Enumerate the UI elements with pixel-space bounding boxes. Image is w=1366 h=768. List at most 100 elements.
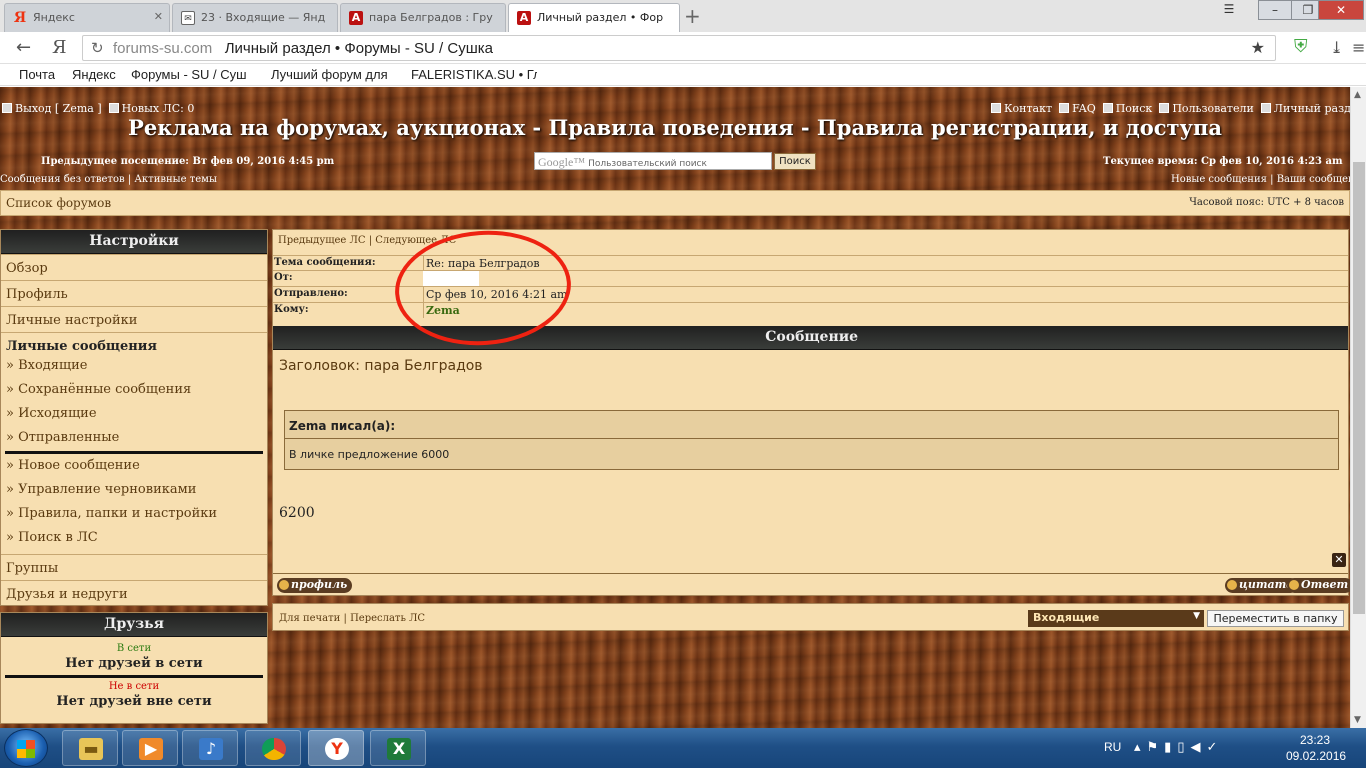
contact-link[interactable]: Контакт (1004, 102, 1052, 115)
offline-label: Не в сети (108, 681, 160, 692)
your-posts-link[interactable]: Ваши сообщения (1277, 174, 1350, 185)
pm-action-links: Для печати | Переслать ЛС (279, 613, 426, 624)
bookmarks-bar: Почта Яндекс Форумы - SU / Суш Лучший фо… (0, 64, 1366, 86)
sidebar-item-outbox[interactable]: » Исходящие (6, 406, 97, 421)
bookmark-item[interactable]: Форумы - SU / Суш (131, 67, 257, 82)
address-bar-row: ← Я ↻ forums-su.com Личный раздел • Фору… (0, 32, 1366, 64)
media-player-icon: ▶ (139, 738, 163, 760)
sidebar-pm-title[interactable]: Личные сообщения (6, 339, 157, 354)
sidebar-item-overview[interactable]: Обзор (1, 254, 267, 280)
search-button[interactable]: Поиск (774, 153, 816, 170)
bookmark-item[interactable]: FALERISTIKA.SU • Гл (411, 67, 537, 82)
tab-personal[interactable]: A Личный раздел • Фор (508, 3, 680, 33)
sidebar-item-inbox[interactable]: » Входящие (6, 358, 87, 373)
online-friends: Нет друзей в сети (65, 656, 203, 671)
scroll-up-icon[interactable]: ▲ (1354, 90, 1361, 100)
new-pm-link[interactable]: Новых ЛС: 0 (122, 102, 195, 115)
page-scrollbar[interactable]: ▲ ▼ (1350, 87, 1366, 728)
sidebar-item-friends[interactable]: Друзья и недруги (1, 580, 267, 606)
forward-link[interactable]: Переслать ЛС (350, 613, 425, 624)
forum-banner[interactable]: Реклама на форумах, аукционах - Правила … (0, 115, 1350, 140)
unanswered-link[interactable]: Сообщения без ответов (0, 174, 125, 185)
prev-pm-link[interactable]: Предыдущее ЛС (278, 235, 366, 246)
url-input[interactable]: ↻ forums-su.com Личный раздел • Форумы -… (82, 35, 1276, 61)
sidebar-item-sent[interactable]: » Отправленные (6, 430, 119, 445)
reply-button[interactable]: Ответ (1287, 578, 1350, 593)
protect-shield-icon[interactable]: ⛨ (1294, 36, 1314, 58)
contact-icon (991, 103, 1001, 113)
close-tab-icon[interactable]: ✕ (154, 10, 163, 23)
new-posts-link[interactable]: Новые сообщения (1171, 174, 1267, 185)
bookmark-item[interactable]: Лучший форум для (271, 67, 396, 82)
browser-menu-icon[interactable]: ≡ (1352, 38, 1365, 57)
tab-belgrade[interactable]: A пара Белградов : Гру (340, 3, 506, 32)
chevron-down-icon: ▼ (1193, 611, 1200, 621)
tabs-menu-button[interactable]: ☰ (1212, 0, 1246, 20)
windows-taskbar: ▬ ▶ ♪ Y X RU ▴⚑▮▯◀✓ 23:23 09.02.2016 (0, 728, 1366, 768)
back-icon[interactable]: ← (16, 37, 31, 58)
yandex-icon: Я (13, 10, 27, 26)
top-left-links: Выход [ Zema ] Новых ЛС: 0 (2, 102, 194, 115)
post-body: 6200 (279, 505, 315, 521)
forum-list-link[interactable]: Список форумов (6, 196, 111, 210)
right-quick-links: Новые сообщения | Ваши сообщения (1171, 174, 1350, 185)
chrome-icon (262, 738, 286, 760)
tab-yandex[interactable]: Я Яндекс ✕ (4, 3, 170, 32)
bookmark-item[interactable]: Яндекс (72, 67, 116, 82)
close-window-button[interactable]: ✕ (1318, 0, 1364, 20)
minimize-button[interactable]: – (1258, 0, 1292, 20)
taskbar-excel[interactable]: X (370, 730, 426, 766)
print-link[interactable]: Для печати (279, 613, 340, 624)
forum-icon: A (349, 11, 363, 25)
active-topics-link[interactable]: Активные темы (134, 174, 217, 185)
google-search-input[interactable]: Google™ Пользовательский поиск (534, 152, 772, 170)
download-icon[interactable]: ⤓ (1330, 38, 1343, 57)
taskbar-sound[interactable]: ♪ (182, 730, 238, 766)
windows-logo-icon (17, 740, 35, 758)
yandex-browser-icon: Y (325, 738, 349, 760)
speaker-icon: ♪ (199, 738, 223, 760)
language-indicator[interactable]: RU (1104, 740, 1121, 754)
scrollbar-thumb[interactable] (1353, 162, 1365, 614)
sidebar-item-saved[interactable]: » Сохранённые сообщения (6, 382, 191, 397)
taskbar-explorer[interactable]: ▬ (62, 730, 118, 766)
ucp-link[interactable]: Личный раздел (1274, 102, 1350, 115)
clock-date[interactable]: 09.02.2016 (1286, 749, 1346, 763)
delete-icon[interactable]: ✕ (1332, 553, 1346, 567)
sidebar-item-pm-search[interactable]: » Поиск в ЛС (6, 530, 98, 545)
sidebar-item-groups[interactable]: Группы (1, 554, 267, 580)
new-tab-button[interactable]: + (684, 4, 701, 28)
sidebar-item-drafts[interactable]: » Управление черновиками (6, 482, 196, 497)
faq-link[interactable]: FAQ (1072, 102, 1096, 115)
quote-text: В личке предложение 6000 (289, 448, 450, 461)
sidebar-item-profile[interactable]: Профиль (1, 280, 267, 306)
taskbar-yandex[interactable]: Y (308, 730, 364, 766)
reload-icon[interactable]: ↻ (91, 39, 104, 57)
profile-button[interactable]: профиль (277, 578, 353, 593)
tray-icons[interactable]: ▴⚑▮▯◀✓ (1134, 739, 1223, 755)
current-time: Текущее время: Ср фев 10, 2016 4:23 am (1103, 156, 1343, 167)
search-link[interactable]: Поиск (1116, 102, 1153, 115)
scroll-down-icon[interactable]: ▼ (1354, 715, 1361, 725)
sidebar-item-compose[interactable]: » Новое сообщение (6, 458, 140, 473)
start-button[interactable] (4, 729, 48, 767)
bookmark-star-icon[interactable]: ★ (1251, 38, 1265, 58)
move-to-folder-button[interactable]: Переместить в папку (1207, 610, 1344, 627)
bookmark-item[interactable]: Почта (19, 67, 55, 82)
users-link[interactable]: Пользователи (1172, 102, 1253, 115)
clock-time[interactable]: 23:23 (1300, 733, 1330, 747)
yandex-home-icon[interactable]: Я (52, 37, 67, 58)
folder-select[interactable]: Входящие ▼ (1028, 610, 1204, 627)
mail-icon: ✉ (181, 11, 195, 25)
folder-icon: ▬ (79, 738, 103, 760)
friends-divider (5, 675, 263, 678)
sidebar-item-prefs[interactable]: Личные настройки (1, 306, 267, 332)
sidebar-pm-section: Личные сообщения (1, 332, 267, 354)
taskbar-media[interactable]: ▶ (122, 730, 178, 766)
quote-divider (285, 438, 1338, 439)
quote-author: Zema писал(а): (289, 419, 396, 433)
logout-link[interactable]: Выход [ Zema ] (15, 102, 102, 115)
taskbar-chrome[interactable] (245, 730, 301, 766)
tab-mail[interactable]: ✉ 23 · Входящие — Янд (172, 3, 338, 32)
sidebar-item-rules[interactable]: » Правила, папки и настройки (6, 506, 217, 521)
